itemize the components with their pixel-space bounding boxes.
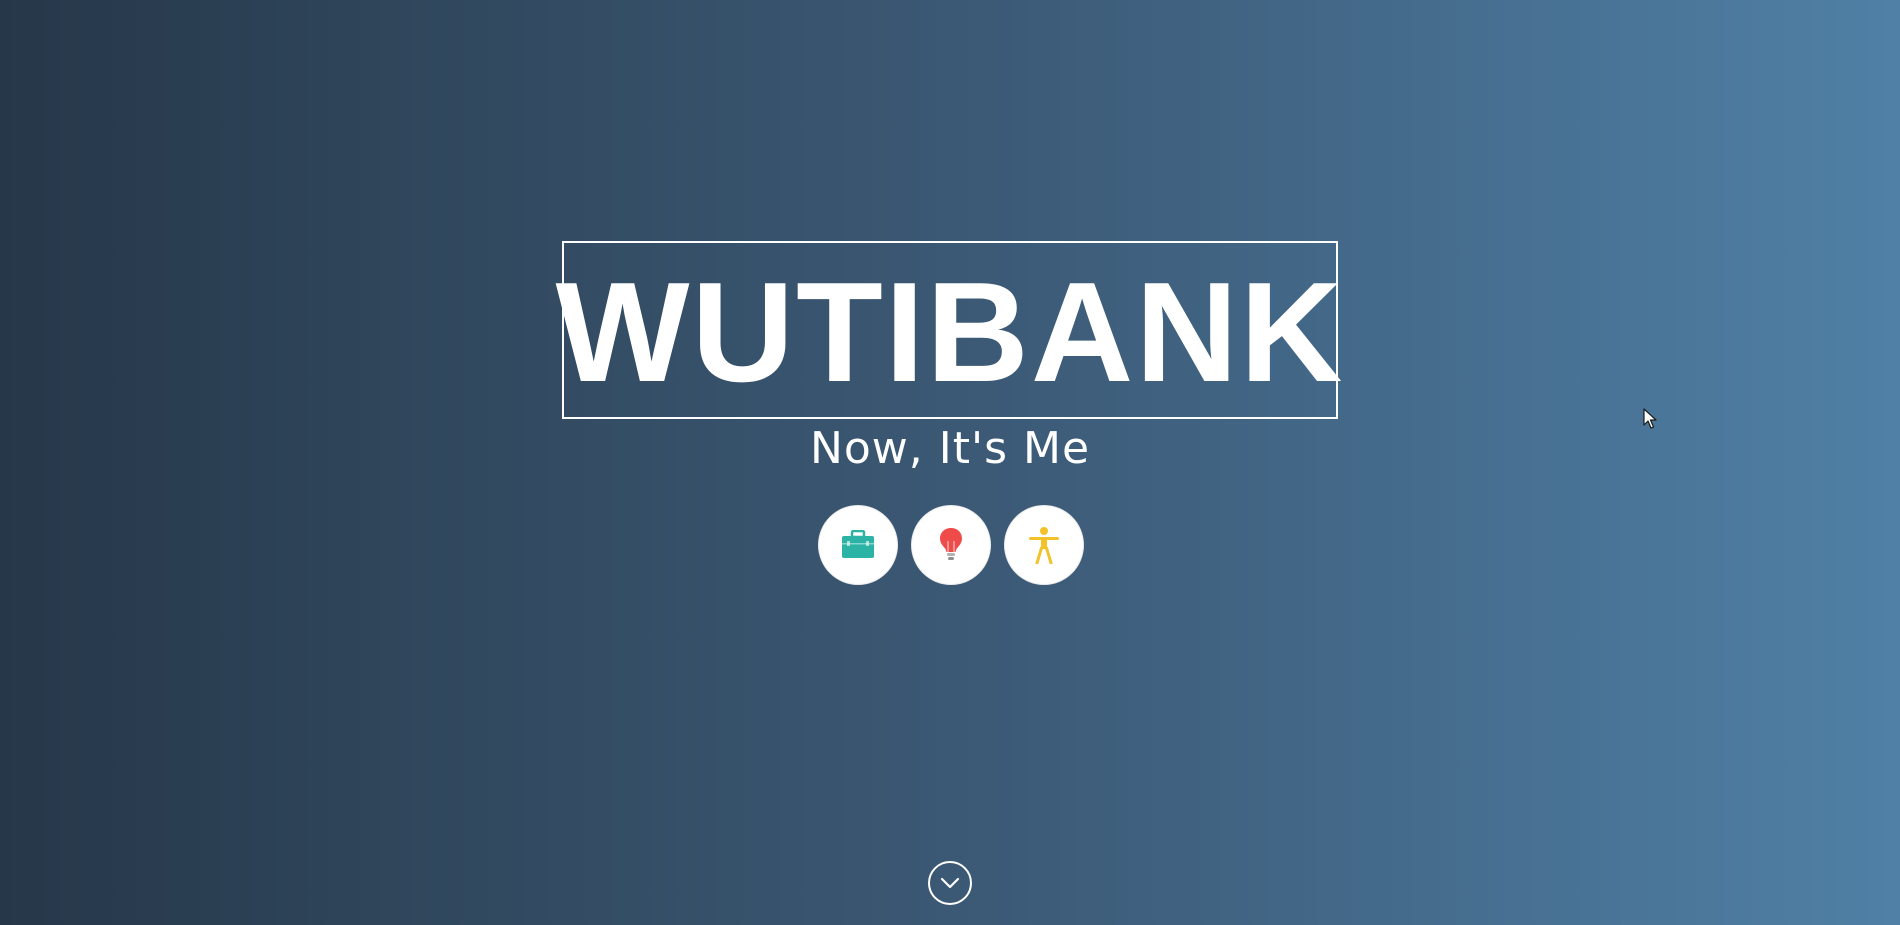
chevron-down-icon	[940, 877, 960, 889]
site-subtitle: Now, It's Me	[809, 423, 1091, 474]
site-title: WUTIBANK	[555, 253, 1345, 412]
briefcase-icon	[842, 530, 874, 558]
accessibility-button[interactable]	[1004, 505, 1084, 585]
feature-icon-row	[818, 505, 1084, 585]
lightbulb-icon	[940, 528, 962, 560]
briefcase-button[interactable]	[818, 505, 898, 585]
mouse-cursor-icon	[1643, 408, 1657, 429]
accessibility-icon	[1029, 527, 1059, 564]
hero-section: WUTIBANK Now, It's Me	[0, 0, 1900, 925]
scroll-down-button[interactable]	[928, 861, 972, 905]
lightbulb-button[interactable]	[911, 505, 991, 585]
title-frame: WUTIBANK	[556, 241, 1342, 419]
